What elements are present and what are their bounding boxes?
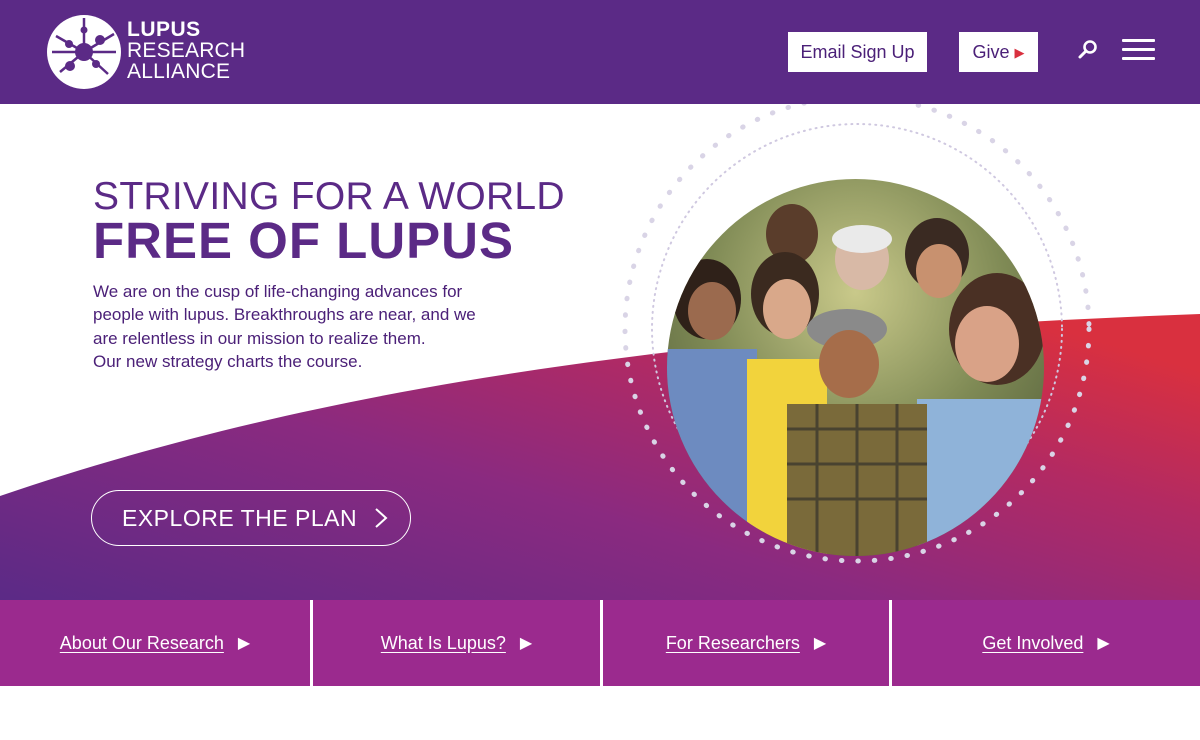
menu-bar-middle — [1122, 48, 1155, 51]
play-arrow-icon: ▶ — [1014, 45, 1025, 60]
site-logo[interactable]: LUPUS RESEARCH ALLIANCE — [46, 14, 246, 90]
tile-for-researchers[interactable]: For Researchers ▶ — [603, 600, 889, 686]
tile-get-involved[interactable]: Get Involved ▶ — [892, 600, 1200, 686]
group-photo-illustration — [667, 179, 1044, 556]
email-sign-up-button[interactable]: Email Sign Up — [788, 32, 927, 72]
play-arrow-icon: ▶ — [237, 635, 251, 652]
play-arrow-icon: ▶ — [1097, 635, 1110, 652]
search-button[interactable] — [1076, 38, 1100, 62]
hero-description-line: are relentless in our mission to realize… — [93, 328, 426, 348]
give-label: Give — [972, 41, 1010, 62]
hamburger-menu-button[interactable] — [1122, 39, 1156, 63]
tile-label: For Researchers — [665, 632, 800, 653]
play-arrow-icon: ▶ — [813, 635, 827, 652]
play-arrow-icon: ▶ — [519, 635, 533, 652]
give-button[interactable]: Give ▶ — [959, 32, 1038, 72]
hero-description-line: We are on the cusp of life-changing adva… — [93, 282, 463, 301]
logo-line-1: LUPUS — [127, 18, 201, 41]
logo-network-icon — [47, 15, 121, 89]
tile-label: What Is Lupus? — [380, 632, 506, 653]
hero-description-line: Our new strategy charts the course. — [93, 351, 363, 371]
tile-what-is-lupus[interactable]: What Is Lupus? ▶ — [313, 600, 600, 686]
hero-section: STRIVING FOR A WORLD FREE OF LUPUS We ar… — [0, 104, 1200, 600]
hero-headline-line-2: FREE OF LUPUS — [93, 212, 515, 269]
email-sign-up-label: Email Sign Up — [800, 41, 915, 62]
logo-line-3: ALLIANCE — [127, 60, 231, 83]
hero-description: We are on the cusp of life-changing adva… — [93, 280, 533, 373]
explore-the-plan-label: EXPLORE THE PLAN — [122, 504, 358, 531]
site-header: LUPUS RESEARCH ALLIANCE Email Sign Up Gi… — [0, 0, 1200, 104]
explore-the-plan-button[interactable]: EXPLORE THE PLAN — [91, 490, 411, 546]
logo-wordmark: LUPUS RESEARCH ALLIANCE — [127, 19, 245, 82]
search-icon — [1078, 40, 1097, 59]
tile-about-our-research[interactable]: About Our Research ▶ — [0, 600, 310, 686]
quick-links-bar: About Our Research ▶ What Is Lupus? ▶ Fo… — [0, 600, 1200, 686]
logo-line-2: RESEARCH — [127, 39, 246, 62]
chevron-right-icon — [375, 508, 388, 528]
menu-bar-top — [1122, 39, 1155, 42]
menu-bar-bottom — [1122, 57, 1155, 60]
tile-label: Get Involved — [982, 632, 1084, 653]
tile-label: About Our Research — [59, 632, 224, 653]
hero-description-line: people with lupus. Breakthroughs are nea… — [93, 305, 476, 325]
hero-group-photo — [667, 179, 1044, 556]
